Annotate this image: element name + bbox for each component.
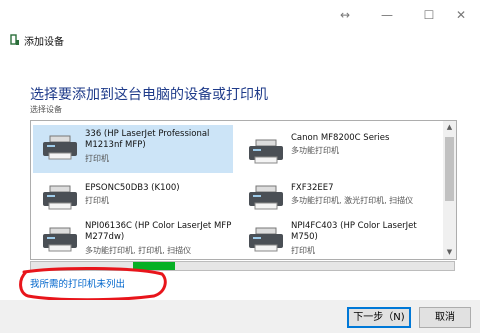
minimize-button[interactable]: — <box>364 0 410 30</box>
device-name: FXF32EE7 <box>291 183 334 193</box>
section-label: 选择设备 <box>30 105 62 114</box>
device-item[interactable]: NPI06136C (HP Color LaserJet MFP M277dw)… <box>33 217 233 259</box>
close-button[interactable]: ✕ <box>438 0 480 30</box>
device-type: 多功能打印机, 打印机, 扫描仪 <box>85 246 192 255</box>
device-type: 打印机 <box>291 246 315 255</box>
device-name: 336 (HP LaserJet Professional M1213nf MF… <box>85 129 210 150</box>
printer-not-listed-link[interactable]: 我所需的打印机未列出 <box>30 276 125 290</box>
scroll-thumb[interactable] <box>445 137 454 201</box>
printer-icon <box>43 135 77 160</box>
device-item[interactable]: 336 (HP LaserJet Professional M1213nf MF… <box>33 125 233 173</box>
device-item[interactable]: EPSONC50DB3 (K100) 打印机 <box>33 175 233 219</box>
device-name: Canon MF8200C Series <box>291 133 390 143</box>
device-type: 多功能打印机 <box>291 146 339 155</box>
device-name: EPSONC50DB3 (K100) <box>85 183 180 193</box>
device-list[interactable]: 336 (HP LaserJet Professional M1213nf MF… <box>30 120 457 260</box>
printer-icon <box>43 185 77 210</box>
window-title: 添加设备 <box>24 37 64 48</box>
printer-icon <box>249 139 283 164</box>
device-type: 多功能打印机, 激光打印机, 扫描仪 <box>291 196 414 205</box>
page-title: 选择要添加到这台电脑的设备或打印机 <box>30 87 268 103</box>
list-scrollbar[interactable]: ▲ ▼ <box>443 121 456 259</box>
dialog-footer: 下一步（N) 取消 <box>0 300 480 333</box>
scroll-down-arrow[interactable]: ▼ <box>443 246 456 259</box>
device-item[interactable]: NPI4FC403 (HP Color LaserJet M750) 打印机 <box>239 217 439 259</box>
device-type: 打印机 <box>85 154 109 163</box>
scroll-up-arrow[interactable]: ▲ <box>443 121 456 134</box>
device-item[interactable]: FXF32EE7 多功能打印机, 激光打印机, 扫描仪 <box>239 175 439 219</box>
add-device-app-icon <box>10 34 19 45</box>
device-type: 打印机 <box>85 196 109 205</box>
move-icon[interactable]: ↔ <box>322 0 368 30</box>
printer-icon <box>249 185 283 210</box>
title-bar: ↔ — ☐ ✕ <box>0 0 480 30</box>
device-item[interactable]: Canon MF8200C Series 多功能打印机 <box>239 129 439 173</box>
printer-icon <box>249 227 283 252</box>
device-name: NPI06136C (HP Color LaserJet MFP M277dw) <box>85 221 232 242</box>
cancel-button[interactable]: 取消 <box>419 307 471 328</box>
device-name: NPI4FC403 (HP Color LaserJet M750) <box>291 221 417 242</box>
printer-icon <box>43 227 77 252</box>
next-button[interactable]: 下一步（N) <box>347 307 411 328</box>
